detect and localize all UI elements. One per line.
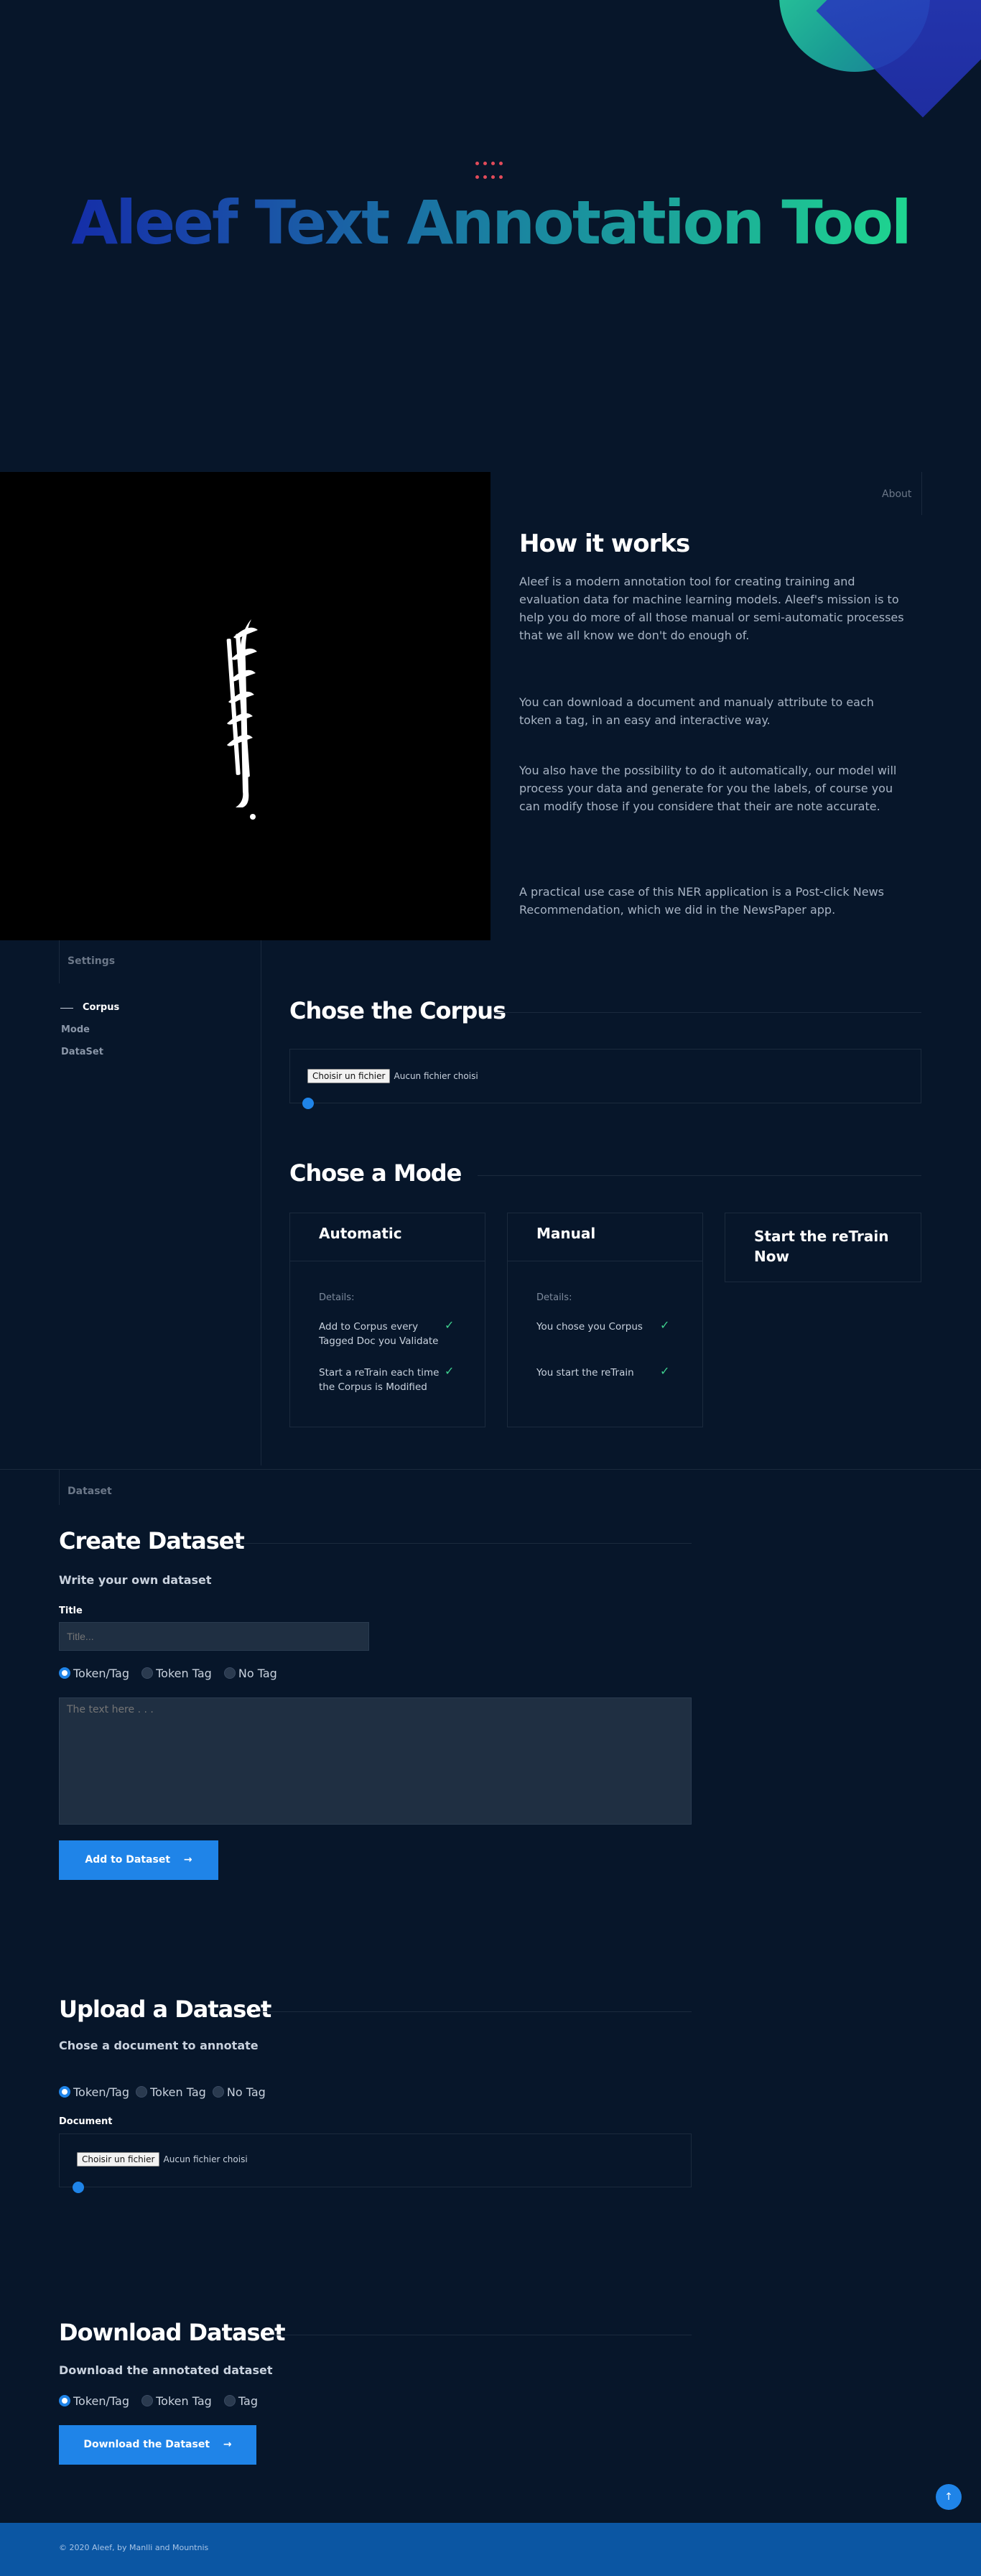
check-icon: ✓ [660, 1318, 670, 1332]
heading-rule [233, 1543, 692, 1544]
heading-rule [496, 1012, 921, 1013]
mode-detail-item: You start the reTrain [536, 1367, 634, 1379]
about-paragraph: You also have the possibility to do it a… [519, 764, 897, 813]
arrow-up-icon: ↑ [944, 2491, 953, 2503]
radio-selected-icon [59, 2395, 70, 2406]
option-no-tag[interactable]: No Tag [212, 2085, 266, 2099]
check-icon: ✓ [445, 1318, 455, 1332]
about-heading: How it works [519, 529, 690, 558]
option-token-slash-tag[interactable]: Token/Tag [59, 2085, 129, 2099]
arrow-right-icon: → [223, 2439, 232, 2450]
settings-nav-dataset[interactable]: DataSet [61, 1047, 103, 1057]
about-paragraph: You can download a document and manualy … [519, 695, 874, 727]
option-token-slash-tag[interactable]: Token/Tag [59, 1667, 129, 1680]
radio-unselected-icon [223, 1667, 236, 1679]
option-token-slash-tag[interactable]: Token/Tag [59, 2394, 129, 2408]
about-logo-image [0, 472, 490, 940]
heading-rule [478, 1175, 921, 1176]
details-label: Details: [536, 1292, 572, 1303]
retrain-now-card[interactable]: Start the reTrain Now [725, 1213, 921, 1282]
mode-heading: Chose a Mode [289, 1159, 462, 1187]
upload-dataset-heading: Upload a Dataset [59, 1996, 271, 2023]
settings-nav-corpus[interactable]: Corpus [83, 1002, 119, 1013]
mode-title: Manual [536, 1225, 596, 1242]
corpus-file-input[interactable]: Choisir un fichier Aucun fichier choisi [289, 1049, 921, 1103]
download-dataset-button[interactable]: Download the Dataset → [59, 2425, 256, 2465]
file-input-handle[interactable] [73, 2182, 84, 2193]
retrain-now-title: Start the reTrain Now [754, 1228, 889, 1265]
check-icon: ✓ [445, 1364, 455, 1378]
settings-divider [59, 940, 60, 983]
mode-title: Automatic [319, 1225, 402, 1242]
option-tag[interactable]: Tag [223, 2394, 258, 2408]
option-no-tag[interactable]: No Tag [223, 1667, 277, 1680]
radio-unselected-icon [141, 1667, 154, 1679]
file-status: Aucun fichier choisi [394, 1071, 478, 1081]
title-input[interactable] [59, 1622, 369, 1651]
option-token-tag[interactable]: Token Tag [141, 2394, 212, 2408]
about-paragraph: Aleef is a modern annotation tool for cr… [519, 575, 904, 642]
mode-detail-item: Add to Corpus every Tagged Doc you Valid… [319, 1321, 439, 1347]
hero-title: Aleef Text Annotation Tool [0, 187, 981, 259]
decorative-dots [473, 157, 509, 184]
mode-card-manual[interactable]: Manual Details: You chose you Corpus ✓ Y… [507, 1213, 703, 1427]
radio-selected-icon [59, 1667, 70, 1679]
radio-unselected-icon [141, 2395, 154, 2406]
create-dataset-subheading: Write your own dataset [59, 1573, 212, 1587]
mode-detail-item: Start a reTrain each time the Corpus is … [319, 1367, 440, 1393]
settings-nav-mode[interactable]: Mode [61, 1024, 90, 1035]
choose-file-button[interactable]: Choisir un fichier [77, 2152, 160, 2167]
about-paragraph: A practical use case of this NER applica… [519, 885, 884, 917]
about-divider [921, 472, 922, 515]
footer-copyright: © 2020 Aleef, by Manlli and Mountnis [59, 2543, 209, 2552]
create-tag-format-options: Token/Tag Token Tag No Tag [59, 1667, 277, 1680]
settings-section-label: Settings [68, 955, 116, 967]
document-file-input[interactable]: Choisir un fichier Aucun fichier choisi [59, 2133, 692, 2187]
mode-card-automatic[interactable]: Automatic Details: Add to Corpus every T… [289, 1213, 485, 1427]
download-tag-format-options: Token/Tag Token Tag Tag [59, 2394, 258, 2408]
upload-dataset-subheading: Chose a document to annotate [59, 2039, 259, 2052]
corpus-heading: Chose the Corpus [289, 997, 506, 1024]
radio-unselected-icon [223, 2395, 236, 2406]
document-label: Document [59, 2116, 113, 2127]
option-token-tag[interactable]: Token Tag [141, 1667, 212, 1680]
radio-unselected-icon [212, 2086, 224, 2098]
heading-rule [255, 2011, 692, 2012]
check-icon: ✓ [660, 1364, 670, 1378]
upload-tag-format-options: Token/Tag Token Tag No Tag [59, 2085, 266, 2099]
choose-file-button[interactable]: Choisir un fichier [307, 1069, 391, 1083]
dataset-section-label: Dataset [68, 1486, 112, 1497]
title-label: Title [59, 1606, 83, 1616]
create-dataset-heading: Create Dataset [59, 1527, 245, 1555]
arrow-right-icon: → [183, 1854, 192, 1866]
file-status: Aucun fichier choisi [163, 2154, 248, 2164]
about-section-label: About [882, 488, 912, 500]
add-to-dataset-button[interactable]: Add to Dataset → [59, 1840, 218, 1880]
details-label: Details: [319, 1292, 355, 1303]
scroll-to-top-button[interactable]: ↑ [936, 2484, 962, 2510]
option-token-tag[interactable]: Token Tag [136, 2085, 206, 2099]
radio-unselected-icon [136, 2086, 148, 2098]
active-indicator [60, 1008, 73, 1009]
mode-detail-item: You chose you Corpus [536, 1321, 643, 1333]
dataset-text-area[interactable] [59, 1697, 692, 1825]
download-dataset-heading: Download Dataset [59, 2319, 286, 2346]
radio-selected-icon [59, 2086, 70, 2098]
section-divider [0, 1469, 981, 1470]
aleef-logo-icon [226, 619, 258, 820]
dataset-divider [59, 1469, 60, 1505]
file-input-handle[interactable] [302, 1098, 314, 1109]
download-dataset-subheading: Download the annotated dataset [59, 2363, 273, 2377]
